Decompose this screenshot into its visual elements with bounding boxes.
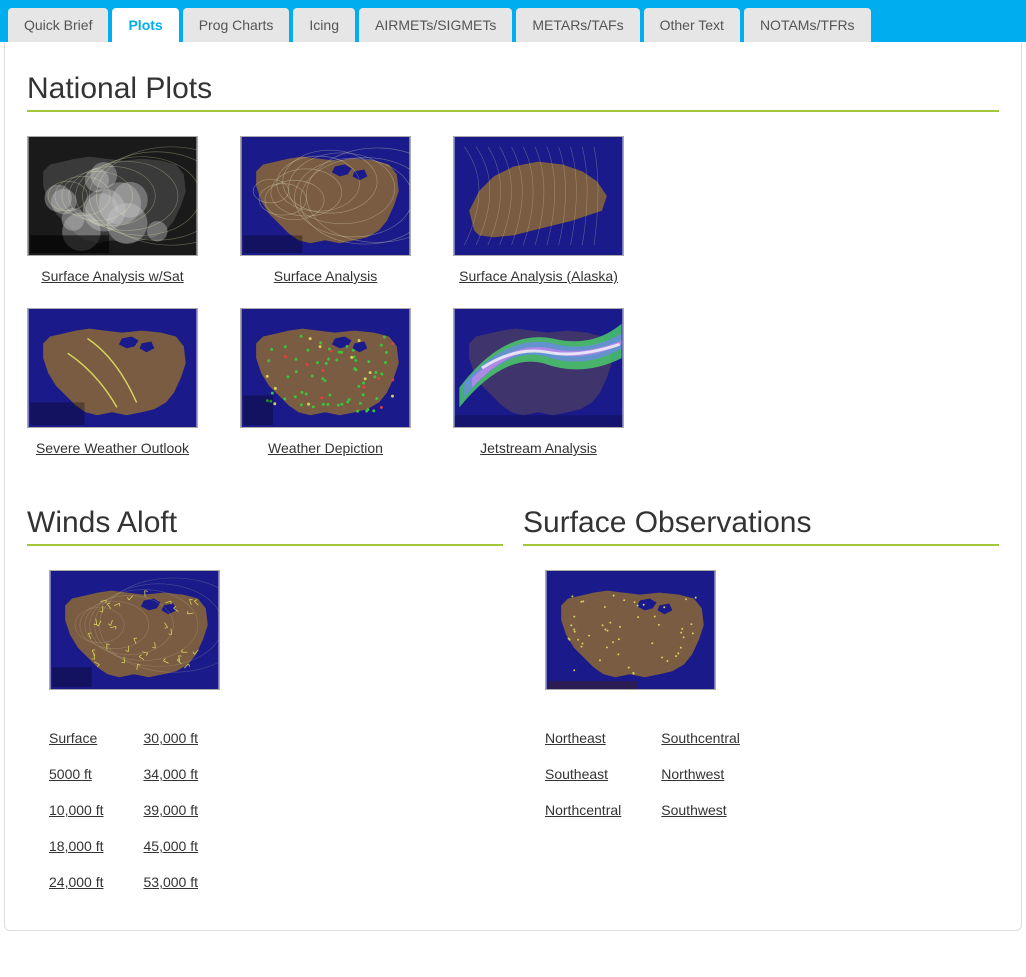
- svg-text:·: ·: [615, 639, 616, 643]
- svg-text:·: ·: [602, 657, 603, 661]
- svg-text:·: ·: [583, 644, 584, 648]
- tab-metars-tafs[interactable]: METARs/TAFs: [516, 8, 639, 42]
- surface-obs-link[interactable]: Northeast: [545, 730, 621, 746]
- svg-text:·: ·: [607, 604, 608, 608]
- svg-text:·: ·: [583, 599, 584, 603]
- svg-text:·: ·: [698, 595, 699, 599]
- svg-text:·: ·: [688, 596, 689, 600]
- plot-thumbnail[interactable]: [453, 136, 624, 256]
- plot-thumbnail[interactable]: [27, 136, 198, 256]
- winds-aloft-link[interactable]: 30,000 ft: [144, 730, 199, 746]
- svg-text:·: ·: [693, 621, 694, 625]
- tab-bar: Quick BriefPlotsProg ChartsIcingAIRMETs/…: [0, 0, 1026, 42]
- plot-item: Jetstream Analysis: [453, 308, 624, 456]
- svg-text:·: ·: [591, 633, 592, 637]
- svg-text:·: ·: [609, 644, 610, 648]
- winds-aloft-link[interactable]: 24,000 ft: [49, 874, 104, 890]
- winds-aloft-link[interactable]: 39,000 ft: [144, 802, 199, 818]
- svg-text:·: ·: [572, 637, 573, 641]
- svg-text:·: ·: [686, 634, 687, 638]
- plot-item: Surface Analysis (Alaska): [453, 136, 624, 284]
- svg-text:·: ·: [678, 653, 679, 657]
- svg-text:·: ·: [607, 626, 608, 630]
- svg-text:·: ·: [577, 629, 578, 633]
- tab-other-text[interactable]: Other Text: [644, 8, 740, 42]
- plot-item: Surface Analysis w/Sat: [27, 136, 198, 284]
- svg-text:·: ·: [680, 650, 681, 654]
- plot-item: Weather Depiction: [240, 308, 411, 456]
- svg-text:·: ·: [616, 593, 617, 597]
- svg-text:·: ·: [635, 670, 636, 674]
- svg-text:·: ·: [654, 640, 655, 644]
- winds-aloft-link[interactable]: 34,000 ft: [144, 766, 199, 782]
- winds-aloft-link[interactable]: 10,000 ft: [49, 802, 104, 818]
- svg-text:·: ·: [576, 614, 577, 618]
- plot-link[interactable]: Surface Analysis (Alaska): [459, 268, 618, 284]
- plot-link[interactable]: Weather Depiction: [268, 440, 383, 456]
- svg-text:·: ·: [580, 637, 581, 641]
- svg-text:·: ·: [666, 604, 667, 608]
- section-title-surface-obs: Surface Observations: [523, 506, 999, 546]
- surface-obs-link[interactable]: Northwest: [661, 766, 740, 782]
- winds-aloft-link[interactable]: Surface: [49, 730, 104, 746]
- tab-icing[interactable]: Icing: [293, 8, 355, 42]
- svg-text:·: ·: [621, 636, 622, 640]
- svg-text:·: ·: [585, 641, 586, 645]
- plot-thumbnail[interactable]: [27, 308, 198, 428]
- winds-aloft-thumbnail[interactable]: [49, 570, 220, 690]
- plot-link[interactable]: Jetstream Analysis: [480, 440, 597, 456]
- surface-obs-link[interactable]: Southcentral: [661, 730, 740, 746]
- svg-text:·: ·: [683, 645, 684, 649]
- svg-text:·: ·: [640, 614, 641, 618]
- svg-text:·: ·: [626, 597, 627, 601]
- section-title-national-plots: National Plots: [27, 72, 999, 112]
- svg-text:·: ·: [612, 620, 613, 624]
- svg-text:·: ·: [585, 598, 586, 602]
- svg-text:·: ·: [605, 622, 606, 626]
- tab-airmets-sigmets[interactable]: AIRMETs/SIGMETs: [359, 8, 512, 42]
- tab-plots[interactable]: Plots: [112, 8, 178, 42]
- svg-text:·: ·: [661, 622, 662, 626]
- plot-item: Severe Weather Outlook: [27, 308, 198, 456]
- section-title-winds-aloft: Winds Aloft: [27, 506, 503, 546]
- svg-text:·: ·: [620, 651, 621, 655]
- svg-text:·: ·: [669, 658, 670, 662]
- surface-obs-link[interactable]: Southwest: [661, 802, 740, 818]
- svg-text:·: ·: [622, 624, 623, 628]
- svg-text:·: ·: [609, 628, 610, 632]
- winds-aloft-link[interactable]: 45,000 ft: [144, 838, 199, 854]
- tab-prog-charts[interactable]: Prog Charts: [183, 8, 290, 42]
- plot-link[interactable]: Surface Analysis: [274, 268, 378, 284]
- svg-text:·: ·: [640, 603, 641, 607]
- winds-aloft-link[interactable]: 5000 ft: [49, 766, 104, 782]
- svg-text:·: ·: [684, 626, 685, 630]
- plot-thumbnail[interactable]: [240, 136, 411, 256]
- surface-obs-link[interactable]: Southeast: [545, 766, 621, 782]
- surface-obs-thumbnail[interactable]: ········································…: [545, 570, 716, 690]
- svg-text:·: ·: [646, 602, 647, 606]
- plot-link[interactable]: Severe Weather Outlook: [36, 440, 189, 456]
- content-panel: National Plots Surface Analysis w/Sat Sur…: [4, 42, 1022, 931]
- svg-text:·: ·: [657, 613, 658, 617]
- svg-text:·: ·: [576, 667, 577, 671]
- svg-text:·: ·: [695, 630, 696, 634]
- tab-notams-tfrs[interactable]: NOTAMs/TFRs: [744, 8, 871, 42]
- svg-text:·: ·: [573, 622, 574, 626]
- svg-text:·: ·: [574, 593, 575, 597]
- surface-obs-link[interactable]: Northcentral: [545, 802, 621, 818]
- plot-thumbnail[interactable]: [240, 308, 411, 428]
- svg-text:·: ·: [631, 665, 632, 669]
- plot-item: Surface Analysis: [240, 136, 411, 284]
- svg-text:·: ·: [683, 630, 684, 634]
- svg-text:·: ·: [637, 599, 638, 603]
- tab-quick-brief[interactable]: Quick Brief: [8, 8, 108, 42]
- winds-aloft-link[interactable]: 53,000 ft: [144, 874, 199, 890]
- plot-link[interactable]: Surface Analysis w/Sat: [41, 268, 183, 284]
- svg-text:·: ·: [664, 655, 665, 659]
- plot-thumbnail[interactable]: [453, 308, 624, 428]
- winds-aloft-link[interactable]: 18,000 ft: [49, 838, 104, 854]
